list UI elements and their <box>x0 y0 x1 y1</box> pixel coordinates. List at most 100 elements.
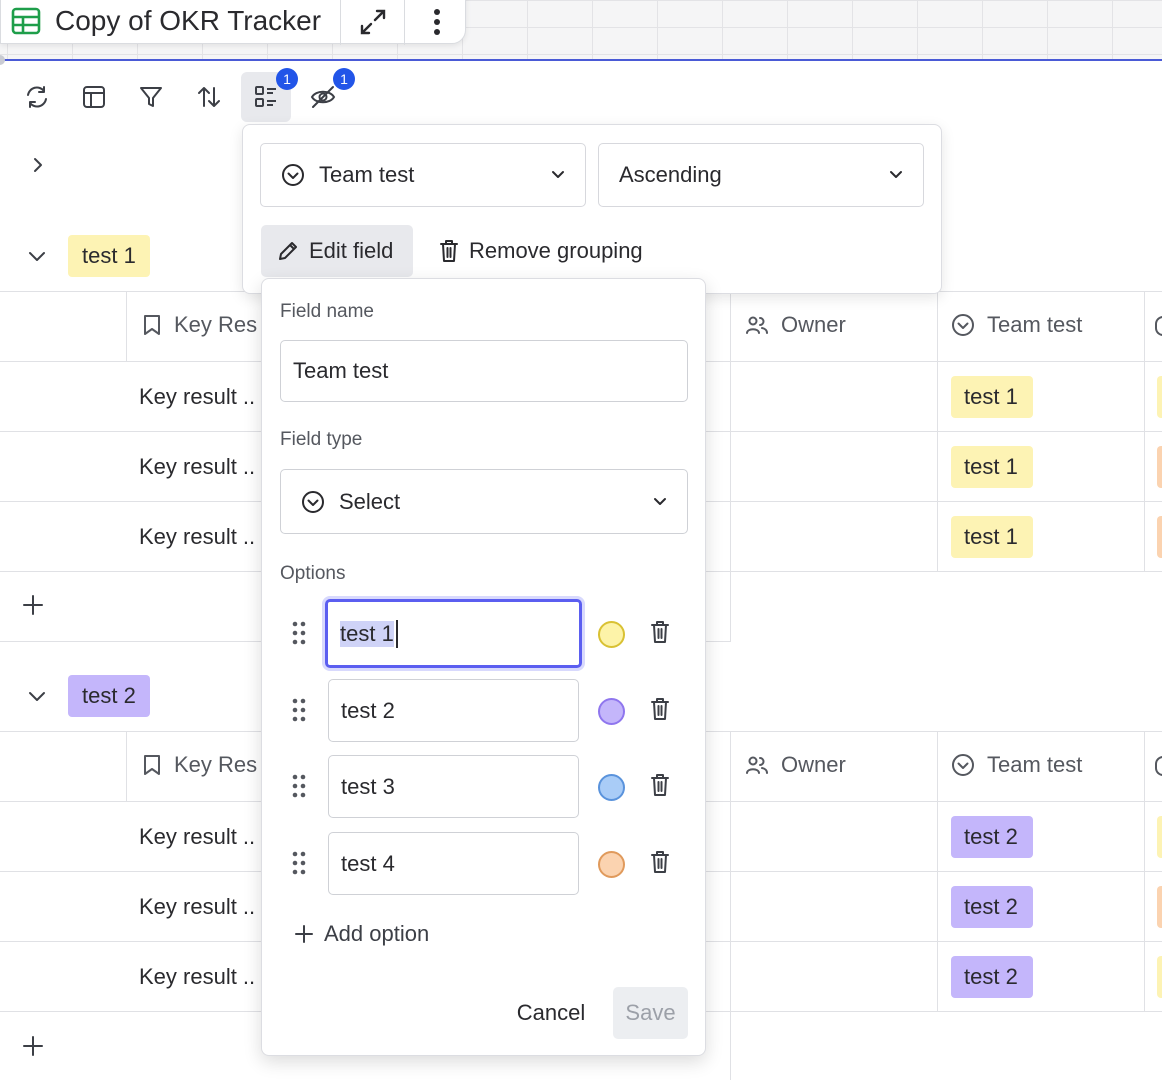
column-header-label: Team test <box>987 752 1083 777</box>
column-header-owner[interactable]: Owner <box>745 752 846 778</box>
team-tag[interactable]: test 2 <box>951 956 1033 998</box>
divider <box>730 291 731 641</box>
option-input[interactable]: test 2 <box>328 679 579 742</box>
sort-button[interactable] <box>184 72 234 122</box>
divider <box>126 731 127 801</box>
group-tag: test 2 <box>68 675 150 717</box>
key-result-cell[interactable]: Key result .. <box>139 524 255 550</box>
grouping-popover: Team test Ascending Edit field Remove gr… <box>242 124 942 294</box>
option-input[interactable]: test 1 <box>325 599 582 668</box>
trash-icon[interactable] <box>650 697 670 721</box>
team-tag[interactable]: test 2 <box>951 816 1033 858</box>
edit-field-button[interactable]: Edit field <box>261 225 413 277</box>
sort-order-value: Ascending <box>619 162 722 187</box>
key-result-cell[interactable]: Key result .. <box>139 384 255 410</box>
divider <box>126 291 127 361</box>
divider <box>937 731 938 1011</box>
select-circle-icon <box>301 490 325 514</box>
option-input[interactable]: test 3 <box>328 755 579 818</box>
selection-border <box>0 59 1162 61</box>
trash-icon[interactable] <box>650 773 670 797</box>
field-name-input[interactable]: Team test <box>280 340 688 402</box>
refresh-button[interactable] <box>12 72 62 122</box>
key-result-cell[interactable]: Key result .. <box>139 894 255 920</box>
save-button[interactable]: Save <box>613 987 688 1039</box>
drag-handle-icon[interactable] <box>292 774 306 798</box>
group-field-dropdown[interactable]: Team test <box>260 143 586 207</box>
option-row: test 2 <box>262 679 707 743</box>
drag-handle-icon[interactable] <box>292 698 306 722</box>
next-column-tag <box>1157 886 1162 928</box>
divider <box>937 291 938 571</box>
chevron-right-icon[interactable] <box>28 155 48 175</box>
cancel-button[interactable]: Cancel <box>506 987 596 1039</box>
add-row-plus-icon[interactable] <box>22 594 44 616</box>
bookmark-icon <box>142 314 162 336</box>
remove-grouping-button[interactable]: Remove grouping <box>439 225 643 277</box>
column-header-key-result[interactable]: Key Res <box>142 752 257 778</box>
color-swatch[interactable] <box>598 621 625 648</box>
next-column-tag <box>1157 446 1162 488</box>
layout-button[interactable] <box>69 72 119 122</box>
team-tag[interactable]: test 2 <box>951 886 1033 928</box>
remove-grouping-label: Remove grouping <box>469 238 643 263</box>
sort-order-dropdown[interactable]: Ascending <box>598 143 924 207</box>
column-header-label: Key Res <box>174 752 258 777</box>
option-input[interactable]: test 4 <box>328 832 579 895</box>
options-label: Options <box>280 563 346 584</box>
select-circle-icon <box>1155 756 1162 776</box>
add-option-button[interactable]: Add option <box>294 921 429 947</box>
sort-icon <box>196 84 222 110</box>
expand-button[interactable] <box>340 0 404 45</box>
more-options-button[interactable] <box>404 0 468 45</box>
resize-handle[interactable] <box>0 55 5 65</box>
chevron-down-icon <box>653 495 667 509</box>
people-icon <box>745 754 769 776</box>
chevron-down-icon[interactable] <box>26 686 48 706</box>
hidden-count-badge: 1 <box>333 68 355 90</box>
edit-field-popover: Field name Team test Field type Select O… <box>261 278 706 1056</box>
trash-icon[interactable] <box>650 850 670 874</box>
color-swatch[interactable] <box>598 698 625 725</box>
option-input-text: test 1 <box>340 620 394 647</box>
column-header-label: Owner <box>781 752 846 777</box>
trash-icon[interactable] <box>650 620 670 644</box>
column-header-team[interactable]: Team test <box>951 752 1082 778</box>
key-result-cell[interactable]: Key result .. <box>139 454 255 480</box>
group-count-badge: 1 <box>276 68 298 90</box>
filter-button[interactable] <box>126 72 176 122</box>
column-header-team[interactable]: Team test <box>951 312 1082 338</box>
divider <box>1144 731 1145 1011</box>
next-column-tag <box>1157 816 1162 858</box>
key-result-cell[interactable]: Key result .. <box>139 824 255 850</box>
option-row: test 3 <box>262 755 707 819</box>
add-row-plus-icon[interactable] <box>22 1035 44 1057</box>
bookmark-icon <box>142 754 162 776</box>
people-icon <box>745 314 769 336</box>
team-tag[interactable]: test 1 <box>951 376 1033 418</box>
column-header-label: Key Res <box>174 312 258 337</box>
trash-icon <box>439 239 459 263</box>
table-icon <box>11 6 41 36</box>
field-type-select[interactable]: Select <box>280 469 688 534</box>
team-tag[interactable]: test 1 <box>951 446 1033 488</box>
more-vertical-icon <box>433 8 441 36</box>
field-type-label: Field type <box>280 429 363 450</box>
drag-handle-icon[interactable] <box>292 621 306 645</box>
column-header-key-result[interactable]: Key Res <box>142 312 257 338</box>
add-option-label: Add option <box>324 921 430 946</box>
color-swatch[interactable] <box>598 851 625 878</box>
field-type-value: Select <box>339 488 401 514</box>
select-circle-icon <box>951 753 975 777</box>
column-header-owner[interactable]: Owner <box>745 312 846 338</box>
select-circle-icon <box>1155 316 1162 336</box>
color-swatch[interactable] <box>598 774 625 801</box>
expand-icon <box>358 7 388 37</box>
key-result-cell[interactable]: Key result .. <box>139 964 255 990</box>
chevron-down-icon[interactable] <box>26 246 48 266</box>
team-tag[interactable]: test 1 <box>951 516 1033 558</box>
drag-handle-icon[interactable] <box>292 851 306 875</box>
column-header-label: Owner <box>781 312 846 337</box>
select-circle-icon <box>281 163 305 187</box>
group-icon <box>253 84 279 110</box>
